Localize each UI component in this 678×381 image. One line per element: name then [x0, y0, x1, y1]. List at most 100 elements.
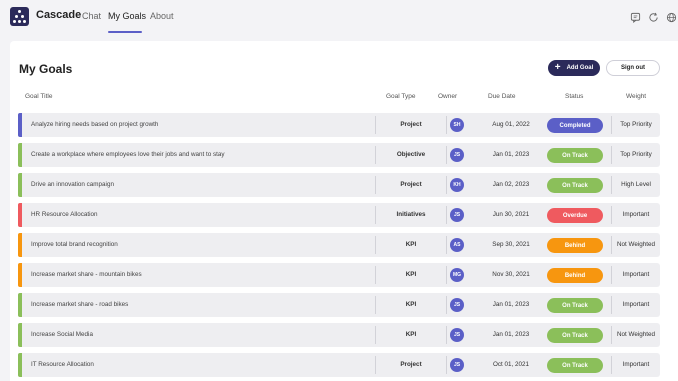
status-color-bar	[18, 143, 22, 167]
column-divider	[446, 236, 447, 254]
goal-type: KPI	[405, 331, 417, 338]
header-weight: Weight	[626, 93, 647, 100]
goal-title[interactable]: IT Resource Allocation	[31, 353, 94, 377]
table-row[interactable]: Increase market share - road bikes KPI JS J…	[18, 293, 660, 317]
goal-weight: Important	[622, 361, 650, 368]
column-divider	[446, 296, 447, 314]
goals-panel: My Goals + Add Goal Sign out Goal Title …	[10, 41, 678, 381]
table-row[interactable]: Drive an innovation campaign Project KH Jan…	[18, 173, 660, 197]
owner-avatar[interactable]: JS	[450, 298, 464, 312]
owner-avatar[interactable]: JS	[450, 358, 464, 372]
active-tab-indicator	[108, 31, 142, 33]
status-color-bar	[18, 173, 22, 197]
status-color-bar	[18, 293, 22, 317]
plus-icon: +	[554, 62, 561, 73]
globe-icon[interactable]	[666, 12, 677, 23]
goal-type: Project	[400, 121, 422, 128]
tab-my-goals[interactable]: My Goals	[108, 11, 146, 21]
column-divider	[446, 326, 447, 344]
page-title: My Goals	[19, 62, 73, 76]
column-divider	[446, 116, 447, 134]
owner-avatar[interactable]: JS	[450, 148, 464, 162]
goal-title[interactable]: Increase market share - road bikes	[31, 293, 128, 317]
app-name: Cascade	[36, 9, 82, 21]
header-owner: Owner	[438, 93, 458, 100]
table-row[interactable]: HR Resource Allocation Initiatives JS Jun 3…	[18, 203, 660, 227]
owner-avatar[interactable]: SH	[450, 118, 464, 132]
column-divider	[446, 206, 447, 224]
goal-type: KPI	[405, 241, 417, 248]
table-row[interactable]: Improve total brand recognition KPI AS Sep …	[18, 233, 660, 257]
goal-title[interactable]: Create a workplace where employees love …	[31, 143, 225, 167]
goal-title[interactable]: Increase market share - mountain bikes	[31, 263, 142, 287]
goal-weight: Not Weighted	[616, 241, 656, 248]
due-date: Jan 01, 2023	[492, 331, 530, 338]
tab-chat[interactable]: Chat	[82, 11, 101, 21]
status-badge[interactable]: Overdue	[547, 208, 603, 223]
goal-weight: Important	[622, 301, 650, 308]
status-badge[interactable]: On Track	[547, 178, 603, 193]
goal-title[interactable]: Analyze hiring needs based on project gr…	[31, 113, 158, 137]
header-goal-type: Goal Type	[386, 93, 416, 100]
status-color-bar	[18, 203, 22, 227]
header-goal-title: Goal Title	[25, 93, 53, 100]
top-bar: Cascade Chat My Goals About	[0, 0, 678, 36]
status-badge[interactable]: Behind	[547, 238, 603, 253]
due-date: Jan 01, 2023	[492, 151, 530, 158]
goal-type: Objective	[396, 151, 426, 158]
due-date: Oct 01, 2021	[492, 361, 530, 368]
add-goal-button[interactable]: + Add Goal	[548, 60, 600, 76]
status-badge[interactable]: On Track	[547, 298, 603, 313]
due-date: Jan 02, 2023	[492, 181, 530, 188]
owner-avatar[interactable]: AS	[450, 238, 464, 252]
status-color-bar	[18, 323, 22, 347]
goal-type: KPI	[405, 301, 417, 308]
sign-out-button[interactable]: Sign out	[606, 60, 660, 76]
due-date: Jan 01, 2023	[492, 301, 530, 308]
column-divider	[446, 356, 447, 374]
header-due-date: Due Date	[488, 93, 516, 100]
goal-type: KPI	[405, 271, 417, 278]
column-divider	[446, 176, 447, 194]
status-color-bar	[18, 233, 22, 257]
tab-about[interactable]: About	[150, 11, 174, 21]
goal-title[interactable]: Drive an innovation campaign	[31, 173, 114, 197]
goal-weight: Not Weighted	[616, 331, 656, 338]
status-color-bar	[18, 263, 22, 287]
status-color-bar	[18, 353, 22, 377]
owner-avatar[interactable]: JS	[450, 208, 464, 222]
due-date: Aug 01, 2022	[492, 121, 530, 128]
goal-type: Project	[400, 361, 422, 368]
add-goal-label: Add Goal	[566, 65, 594, 71]
table-row[interactable]: Increase market share - mountain bikes KP…	[18, 263, 660, 287]
table-row[interactable]: Analyze hiring needs based on project gr…	[18, 113, 660, 137]
goal-title[interactable]: Increase Social Media	[31, 323, 93, 347]
status-badge[interactable]: On Track	[547, 148, 603, 163]
owner-avatar[interactable]: KH	[450, 178, 464, 192]
status-badge[interactable]: On Track	[547, 358, 603, 373]
chat-bubble-icon[interactable]	[630, 12, 641, 23]
table-row[interactable]: Create a workplace where employees love …	[18, 143, 660, 167]
goal-weight: High Level	[621, 181, 651, 188]
table-row[interactable]: Increase Social Media KPI JS Jan 01, 2023 On…	[18, 323, 660, 347]
goal-type: Initiatives	[396, 211, 426, 218]
goal-weight: Top Priority	[620, 121, 652, 128]
goal-title[interactable]: Improve total brand recognition	[31, 233, 118, 257]
goal-title[interactable]: HR Resource Allocation	[31, 203, 98, 227]
status-badge[interactable]: Completed	[547, 118, 603, 133]
owner-avatar[interactable]: MG	[450, 268, 464, 282]
owner-avatar[interactable]: JS	[450, 328, 464, 342]
status-badge[interactable]: Behind	[547, 268, 603, 283]
table-row[interactable]: IT Resource Allocation Project JS Oct 01, 2…	[18, 353, 660, 377]
goal-weight: Top Priority	[620, 151, 652, 158]
cascade-logo-icon	[10, 7, 29, 26]
due-date: Sep 30, 2021	[492, 241, 530, 248]
column-divider	[446, 266, 447, 284]
refresh-icon[interactable]	[648, 12, 659, 23]
goal-type: Project	[400, 181, 422, 188]
header-status: Status	[565, 93, 584, 100]
status-color-bar	[18, 113, 22, 137]
status-badge[interactable]: On Track	[547, 328, 603, 343]
goal-weight: Important	[622, 271, 650, 278]
column-divider	[446, 146, 447, 164]
